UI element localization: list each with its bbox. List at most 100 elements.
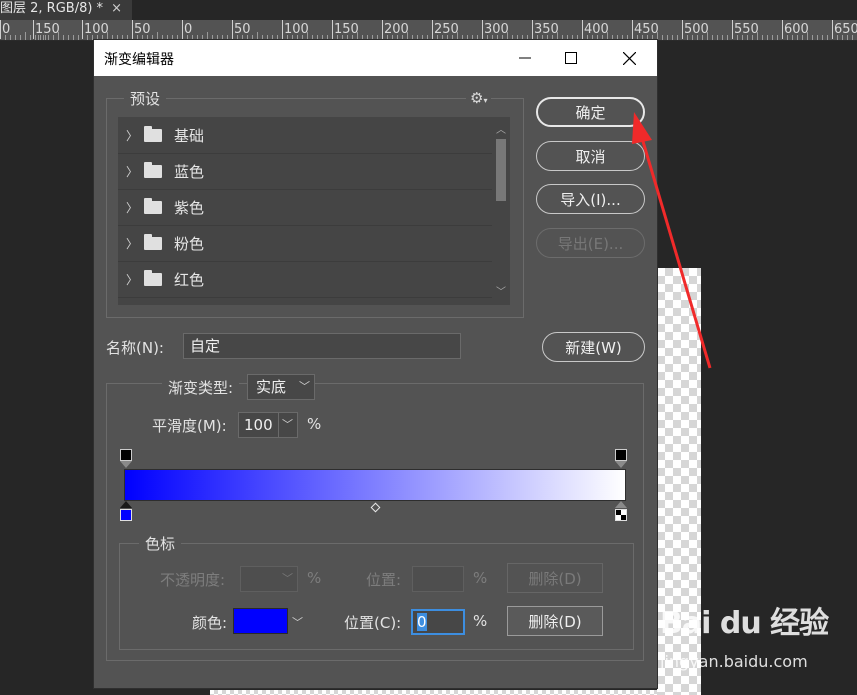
ruler-minor-tick <box>73 35 74 40</box>
folder-icon <box>144 233 162 250</box>
smoothness-select[interactable]: 100 ﹀ <box>238 412 298 438</box>
scroll-thumb[interactable] <box>496 139 506 201</box>
ruler-minor-tick <box>58 32 59 40</box>
ruler-minor-tick <box>822 35 823 40</box>
ruler-tick <box>382 20 383 39</box>
ruler-minor-tick <box>727 35 728 40</box>
ruler-minor-tick <box>25 32 26 40</box>
ruler-minor-tick <box>712 35 713 40</box>
name-input[interactable]: 自定 <box>183 333 461 359</box>
preset-folder-purple[interactable]: 〉 紫色 <box>118 189 492 226</box>
chevron-down-icon[interactable]: ﹀ <box>292 614 303 630</box>
preset-list[interactable]: 〉 基础 〉 蓝色 〉 紫色 〉 粉色 〉 红色 <box>118 117 510 305</box>
ruler-minor-tick <box>797 35 798 40</box>
ruler-tick <box>532 20 533 39</box>
preset-folder-red[interactable]: 〉 红色 <box>118 261 492 298</box>
opacity-delete-button: 删除(D) <box>507 563 603 593</box>
ruler-minor-tick <box>697 35 698 40</box>
ruler-minor-tick <box>752 35 753 40</box>
smoothness-unit: % <box>307 415 322 433</box>
preset-folder-basic[interactable]: 〉 基础 <box>118 117 492 154</box>
ruler-tick <box>632 20 633 39</box>
chevron-right-icon[interactable]: 〉 <box>120 163 144 180</box>
preset-scrollbar[interactable]: ︿ ﹀ <box>492 117 510 305</box>
ruler-minor-tick <box>852 35 853 40</box>
ruler-minor-tick <box>842 35 843 40</box>
scroll-down-icon[interactable]: ﹀ <box>492 283 510 298</box>
preset-folder-label: 蓝色 <box>174 162 205 181</box>
preset-folder-pink[interactable]: 〉 粉色 <box>118 225 492 262</box>
ruler-minor-tick <box>707 32 708 40</box>
ruler-minor-tick <box>68 35 69 40</box>
ruler-minor-tick <box>702 35 703 40</box>
close-icon <box>622 51 636 65</box>
opacity-stop-right[interactable] <box>615 449 627 461</box>
ruler-tick <box>432 20 433 39</box>
ruler-minor-tick <box>662 35 663 40</box>
position-input[interactable]: 0 <box>411 609 465 635</box>
opacity-stop-left[interactable] <box>120 449 132 461</box>
close-button[interactable] <box>606 40 652 76</box>
ruler-minor-tick <box>30 35 31 40</box>
ruler-minor-tick <box>717 35 718 40</box>
gradient-preview-bar[interactable] <box>124 469 626 501</box>
ruler-tick <box>682 20 683 39</box>
chevron-right-icon[interactable]: 〉 <box>120 235 144 252</box>
position-label: 位置(C): <box>344 614 402 632</box>
close-icon[interactable]: × <box>111 1 122 16</box>
baidu-logo: Bai du 经验 <box>660 606 829 641</box>
chevron-right-icon[interactable]: 〉 <box>120 199 144 216</box>
ruler-tick <box>33 20 34 39</box>
ruler-minor-tick <box>737 35 738 40</box>
color-stop-right[interactable] <box>615 509 627 521</box>
ruler-minor-tick <box>53 35 54 40</box>
preset-folder-label: 粉色 <box>174 234 205 253</box>
ruler-tick <box>782 20 783 39</box>
ruler-minor-tick <box>10 35 11 40</box>
ruler-minor-tick <box>667 35 668 40</box>
color-label: 颜色: <box>192 614 228 632</box>
ruler-minor-tick <box>762 35 763 40</box>
chevron-down-icon: ﹀ <box>282 572 293 585</box>
gradient-type-select[interactable]: 实底 ﹀ <box>247 374 315 400</box>
ruler-minor-tick <box>692 35 693 40</box>
dialog-title: 渐变编辑器 <box>104 52 174 68</box>
document-tab[interactable]: 图层 2, RGB/8) * × <box>0 0 132 20</box>
preset-folder-blue[interactable]: 〉 蓝色 <box>118 153 492 190</box>
ruler-tick <box>0 20 1 39</box>
position-value: 0 <box>417 613 427 631</box>
color-swatch[interactable] <box>233 608 288 634</box>
ruler-minor-tick <box>722 35 723 40</box>
minimize-button[interactable] <box>502 40 548 76</box>
preset-folder-label: 基础 <box>174 126 205 145</box>
chevron-right-icon[interactable]: 〉 <box>120 271 144 288</box>
color-delete-button[interactable]: 删除(D) <box>507 606 603 636</box>
folder-icon <box>144 269 162 286</box>
folder-icon <box>144 161 162 178</box>
ruler-tick <box>132 20 133 39</box>
ruler-tick <box>332 20 333 39</box>
scroll-up-icon[interactable]: ︿ <box>492 121 510 136</box>
opacity-position-input <box>412 566 464 592</box>
ruler-minor-tick <box>687 35 688 40</box>
maximize-button[interactable] <box>548 40 594 76</box>
color-stop-left[interactable] <box>120 509 132 521</box>
chevron-down-icon: ﹀ <box>299 380 310 393</box>
dialog-titlebar[interactable]: 渐变编辑器 <box>94 40 657 76</box>
smoothness-label: 平滑度(M): <box>152 417 227 435</box>
name-label: 名称(N): <box>106 339 164 357</box>
ruler-minor-tick <box>747 35 748 40</box>
ruler-minor-tick <box>792 35 793 40</box>
ruler-tick <box>732 20 733 39</box>
preset-folder-label: 红色 <box>174 270 205 289</box>
ruler-minor-tick <box>807 32 808 40</box>
ruler-minor-tick <box>63 35 64 40</box>
ruler-minor-tick <box>837 35 838 40</box>
chevron-right-icon[interactable]: 〉 <box>120 127 144 144</box>
maximize-icon <box>565 52 577 64</box>
ruler-minor-tick <box>15 35 16 40</box>
chevron-down-icon: ﹀ <box>278 413 293 437</box>
opacity-select: ﹀ <box>240 566 298 592</box>
gear-icon[interactable]: ⚙▾ <box>466 89 492 107</box>
watermark-url: jingyan.baidu.com <box>660 652 808 671</box>
